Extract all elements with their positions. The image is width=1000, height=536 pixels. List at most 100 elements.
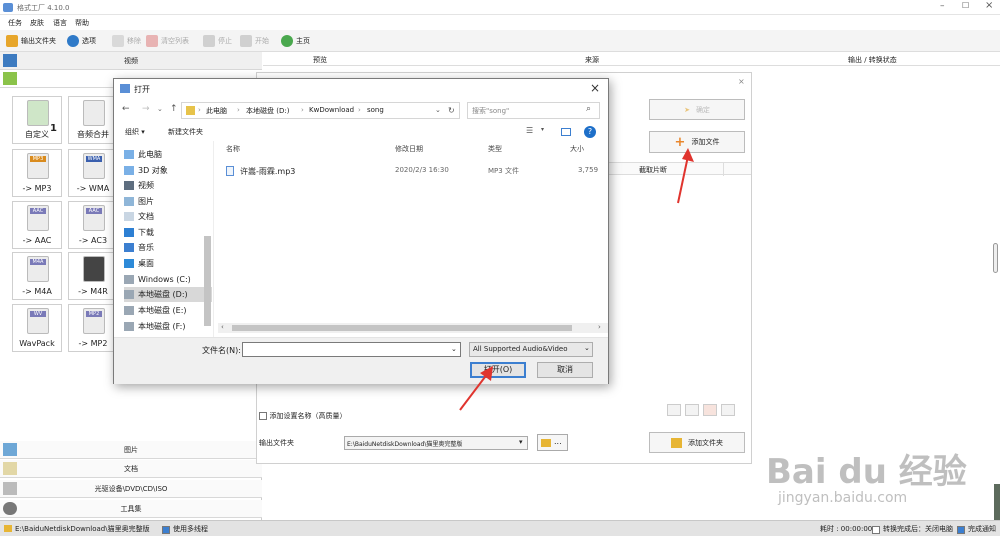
new-folder-button[interactable]: 新建文件夹 [168,127,203,137]
column-preview[interactable]: 预览 [313,55,327,65]
nav-videos[interactable]: 视频 [124,178,212,193]
scroll-left-icon[interactable]: ‹ [221,323,224,331]
status-path[interactable]: E:\BaiduNetdiskDownload\猫里奥完整版 [15,524,150,534]
close-button[interactable]: × [985,0,993,11]
output-path-select[interactable]: E:\BaiduNetdiskDownload\猫里奥完整版 ▾ [344,436,528,450]
back-arrow-icon[interactable]: ← [122,104,130,114]
delete-icon[interactable] [703,404,717,416]
menu-language[interactable]: 语言 [53,18,67,28]
list-icon[interactable] [721,404,735,416]
format-wma[interactable]: WMA -> WMA [68,149,118,197]
drive-icon [124,306,134,315]
nav-drive-f[interactable]: 本地磁盘 (F:) [124,319,212,334]
header-size[interactable]: 大小 [570,144,584,154]
search-input[interactable]: 搜索"song" ⌕ [467,102,600,119]
start-button[interactable]: 开始 [240,35,269,47]
header-name[interactable]: 名称 [226,144,240,154]
browse-folder-button[interactable]: ... [537,434,568,451]
nav-3d-objects[interactable]: 3D 对象 [124,163,212,178]
document-icon [3,462,17,475]
recent-chevron-icon[interactable]: ⌄ [157,105,163,113]
nav-drive-e[interactable]: 本地磁盘 (E:) [124,303,212,318]
cancel-button[interactable]: 取消 [537,362,593,378]
format-m4a[interactable]: M4A -> M4A [12,252,62,300]
nav-scrollbar[interactable] [204,236,211,326]
format-mp2[interactable]: MP2 -> MP2 [68,304,118,352]
horizontal-scrollbar[interactable]: ‹ › [218,323,608,333]
menu-skin[interactable]: 皮肤 [30,18,44,28]
category-rom[interactable]: 光驱设备\DVD\CD\ISO [0,480,262,498]
maximize-button[interactable]: ☐ [962,1,969,10]
clear-list-button[interactable]: 清空列表 [146,35,189,47]
nav-music[interactable]: 音乐 [124,240,212,255]
remove-button[interactable]: 移除 [112,35,141,47]
breadcrumb-this-pc[interactable]: 此电脑 [206,106,227,116]
nav-documents[interactable]: 文档 [124,209,212,224]
category-document[interactable]: 文档 [0,460,262,478]
minimize-button[interactable]: – [940,1,945,11]
filename-chevron-icon[interactable]: ⌄ [451,345,457,353]
move-up-icon[interactable] [667,404,681,416]
format-custom[interactable]: 自定义 1 [12,96,62,144]
file-row[interactable]: 许嵩-雨霖.mp3 2020/2/3 16:30 MP3 文件 3,759 [218,163,604,179]
help-icon[interactable]: ? [584,126,596,138]
panel-close-icon[interactable]: × [738,77,745,86]
header-date[interactable]: 修改日期 [395,144,423,154]
column-source[interactable]: 来源 [585,55,599,65]
header-type[interactable]: 类型 [488,144,502,154]
category-video[interactable]: 视频 [0,52,262,70]
format-ac3[interactable]: AAC -> AC3 [68,201,118,249]
nav-this-pc[interactable]: 此电脑 [124,147,212,162]
nav-label: 本地磁盘 (F:) [138,322,186,331]
format-mp3[interactable]: MP3 -> MP3 [12,149,62,197]
nav-pictures[interactable]: 图片 [124,194,212,209]
scroll-right-icon[interactable]: › [598,323,601,331]
move-down-icon[interactable] [685,404,699,416]
file-type-filter[interactable]: All Supported Audio&Video ⌄ [469,342,593,357]
address-chevron-icon[interactable]: ⌄ [435,106,441,114]
path-sep: › [301,106,304,114]
add-folder-button[interactable]: 添加文件夹 [649,432,745,453]
confirm-button[interactable]: ➤ 确定 [649,99,745,120]
nav-desktop[interactable]: 桌面 [124,256,212,271]
home-button[interactable]: 主页 [281,35,310,47]
add-folder-icon [671,437,682,448]
m4r-icon [83,256,105,282]
add-setting-name-checkbox[interactable]: 添加设置名称（高质量） [259,411,347,421]
breadcrumb-song[interactable]: song [367,106,384,114]
file-date: 2020/2/3 16:30 [395,166,449,174]
view-chevron-icon[interactable]: ▾ [541,126,544,133]
format-aac[interactable]: AAC -> AAC [12,201,62,249]
stop-button[interactable]: 停止 [203,35,232,47]
nav-drive-c[interactable]: Windows (C:) [124,272,212,287]
options-button[interactable]: 选项 [67,35,96,47]
output-folder-button[interactable]: 输出文件夹 [6,35,56,47]
dialog-title-bar: 打开 × [114,79,608,99]
preview-pane-icon[interactable] [561,128,571,136]
category-image[interactable]: 图片 [0,441,262,459]
organize-button[interactable]: 组织 ▾ [125,127,145,137]
menu-help[interactable]: 帮助 [75,18,89,28]
format-wavpack[interactable]: WV WavPack [12,304,62,352]
forward-arrow-icon[interactable]: → [142,104,150,114]
mp2-icon: MP2 [83,308,105,334]
refresh-icon[interactable]: ↻ [448,106,455,115]
view-icon[interactable]: ☰ [526,126,533,135]
up-arrow-icon[interactable]: ↑ [170,104,178,114]
dialog-command-row: 组织 ▾ 新建文件夹 ☰ ▾ ? [114,124,608,142]
format-audio-merge[interactable]: 音频合并 [68,96,118,144]
filename-input[interactable]: ⌄ [242,342,461,357]
nav-downloads[interactable]: 下载 [124,225,212,240]
address-bar[interactable]: › 此电脑 › 本地磁盘 (D:) › KwDownload › song ⌄ … [181,102,460,119]
menu-task[interactable]: 任务 [8,18,22,28]
dialog-close-icon[interactable]: × [590,81,600,95]
nav-drive-d[interactable]: 本地磁盘 (D:) [124,287,212,302]
breadcrumb-kwdownload[interactable]: KwDownload [309,106,354,114]
scroll-thumb[interactable] [232,325,572,331]
category-tools[interactable]: 工具集 [0,500,262,518]
nav-label: 本地磁盘 (D:) [138,290,188,299]
scrollbar-thumb[interactable] [993,243,998,273]
format-m4r[interactable]: -> M4R [68,252,118,300]
breadcrumb-drive-d[interactable]: 本地磁盘 (D:) [246,106,289,116]
column-output-status[interactable]: 输出 / 转换状态 [848,55,897,65]
